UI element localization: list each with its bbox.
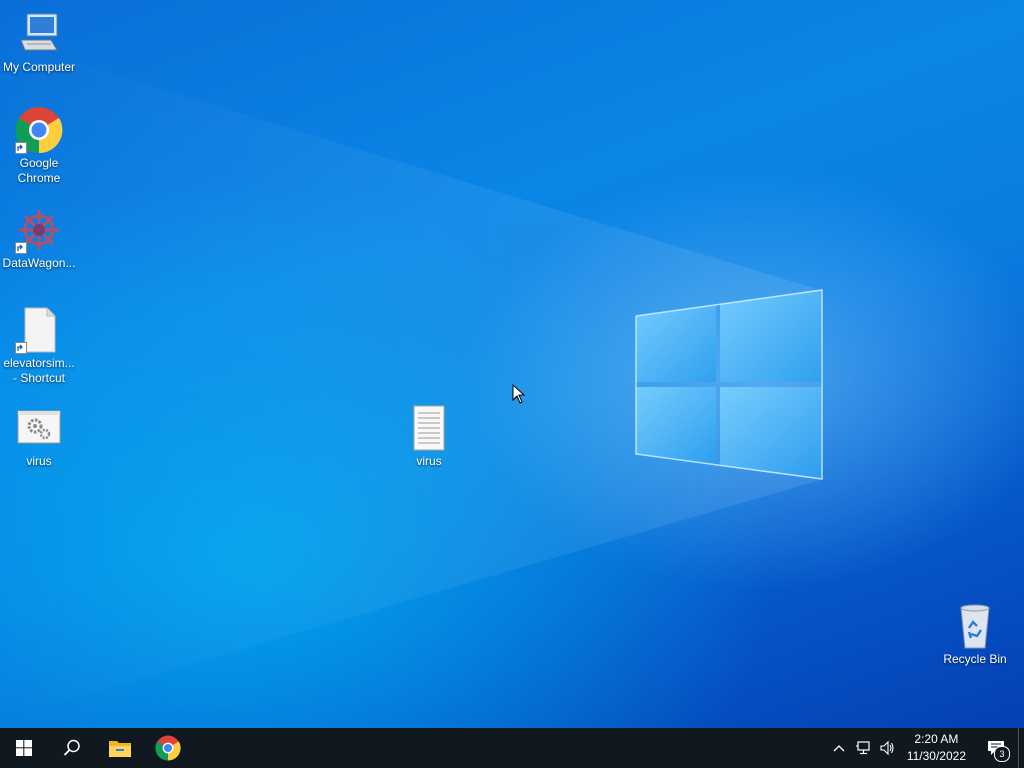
desktop-icon-label: Recycle Bin: [943, 652, 1007, 666]
network-icon: [855, 741, 870, 755]
desktop-icon-label: virus: [26, 454, 52, 468]
wallpaper-windows-logo: [0, 40, 823, 720]
system-tray: 2:20 AM 11/30/2022 3: [827, 728, 1024, 768]
volume-icon: [880, 740, 894, 756]
desktop-icon-virus-settings[interactable]: virus: [0, 404, 78, 469]
shortcut-arrow-icon: [15, 342, 27, 354]
clock[interactable]: 2:20 AM 11/30/2022: [899, 731, 974, 765]
shortcut-arrow-icon: [15, 242, 27, 254]
search-button[interactable]: [48, 728, 96, 768]
settings-file-icon: [15, 404, 63, 452]
recycle-bin-icon: [951, 602, 999, 650]
text-file-icon: [405, 404, 453, 452]
action-center-button[interactable]: 3: [974, 728, 1018, 768]
notification-count-badge: 3: [994, 746, 1010, 762]
volume-button[interactable]: [875, 728, 899, 768]
chrome-icon: [15, 106, 63, 154]
desktop-icon-label: virus: [416, 454, 442, 468]
taskbar-google-chrome[interactable]: [144, 728, 192, 768]
taskbar: 2:20 AM 11/30/2022 3: [0, 728, 1024, 768]
network-button[interactable]: [851, 728, 875, 768]
desktop-icon-label: elevatorsim... - Shortcut: [3, 356, 75, 385]
clock-time: 2:20 AM: [914, 732, 959, 746]
desktop-icon-my-computer[interactable]: My Computer: [0, 10, 78, 75]
search-icon: [63, 739, 80, 756]
desktop-icon-label: My Computer: [2, 60, 76, 74]
file-explorer-icon: [109, 741, 131, 757]
computer-icon: [15, 10, 63, 58]
mouse-cursor-icon: [512, 384, 526, 404]
windows-start-icon: [16, 740, 32, 756]
shortcut-arrow-icon: [15, 142, 27, 154]
datawagon-icon: [15, 206, 63, 254]
show-desktop-button[interactable]: [1018, 728, 1024, 768]
desktop[interactable]: My Computer Google Chrome DataWagon... e…: [0, 0, 1024, 728]
desktop-icon-datawagon[interactable]: DataWagon...: [0, 206, 78, 271]
chevron-up-icon: [833, 745, 845, 752]
start-button[interactable]: [0, 728, 48, 768]
taskbar-file-explorer[interactable]: [96, 728, 144, 768]
clock-date: 11/30/2022: [906, 749, 966, 763]
blank-file-icon: [15, 306, 63, 354]
desktop-icon-label: DataWagon...: [2, 256, 76, 270]
show-hidden-icons-button[interactable]: [827, 728, 851, 768]
desktop-icon-label: Google Chrome: [17, 156, 61, 185]
desktop-icon-google-chrome[interactable]: Google Chrome: [0, 106, 78, 186]
desktop-icon-recycle-bin[interactable]: Recycle Bin: [936, 602, 1014, 667]
desktop-icon-elevatorsim-shortcut[interactable]: elevatorsim... - Shortcut: [0, 306, 78, 386]
desktop-icon-virus-text[interactable]: virus: [390, 404, 468, 469]
chrome-icon: [155, 735, 181, 761]
